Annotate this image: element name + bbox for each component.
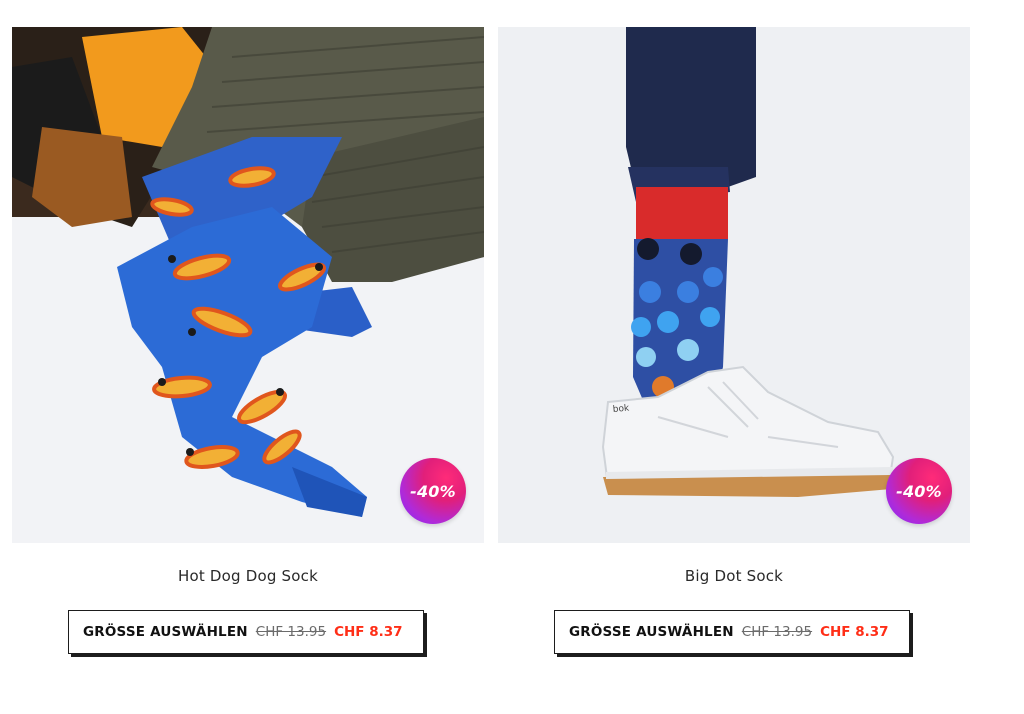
svg-text:bok: bok xyxy=(612,404,630,415)
product-image[interactable]: -40% xyxy=(12,27,484,543)
product-card[interactable]: bok -40% Big Dot Sock xyxy=(498,27,970,585)
select-size-label: GRÖSSE AUSWÄHLEN xyxy=(83,624,248,640)
select-size-button[interactable]: GRÖSSE AUSWÄHLEN CHF 13.95 CHF 8.37 xyxy=(554,610,910,654)
discount-badge: -40% xyxy=(400,458,466,524)
sale-price: CHF 8.37 xyxy=(820,624,889,640)
discount-badge: -40% xyxy=(886,458,952,524)
original-price: CHF 13.95 xyxy=(255,624,327,640)
product-name[interactable]: Big Dot Sock xyxy=(498,567,970,585)
original-price: CHF 13.95 xyxy=(741,624,813,640)
select-size-button[interactable]: GRÖSSE AUSWÄHLEN CHF 13.95 CHF 8.37 xyxy=(68,610,424,654)
product-image[interactable]: bok -40% xyxy=(498,27,970,543)
product-name[interactable]: Hot Dog Dog Sock xyxy=(12,567,484,585)
product-card[interactable]: -40% Hot Dog Dog Sock xyxy=(12,27,484,585)
sale-price: CHF 8.37 xyxy=(334,624,403,640)
select-size-label: GRÖSSE AUSWÄHLEN xyxy=(569,624,734,640)
